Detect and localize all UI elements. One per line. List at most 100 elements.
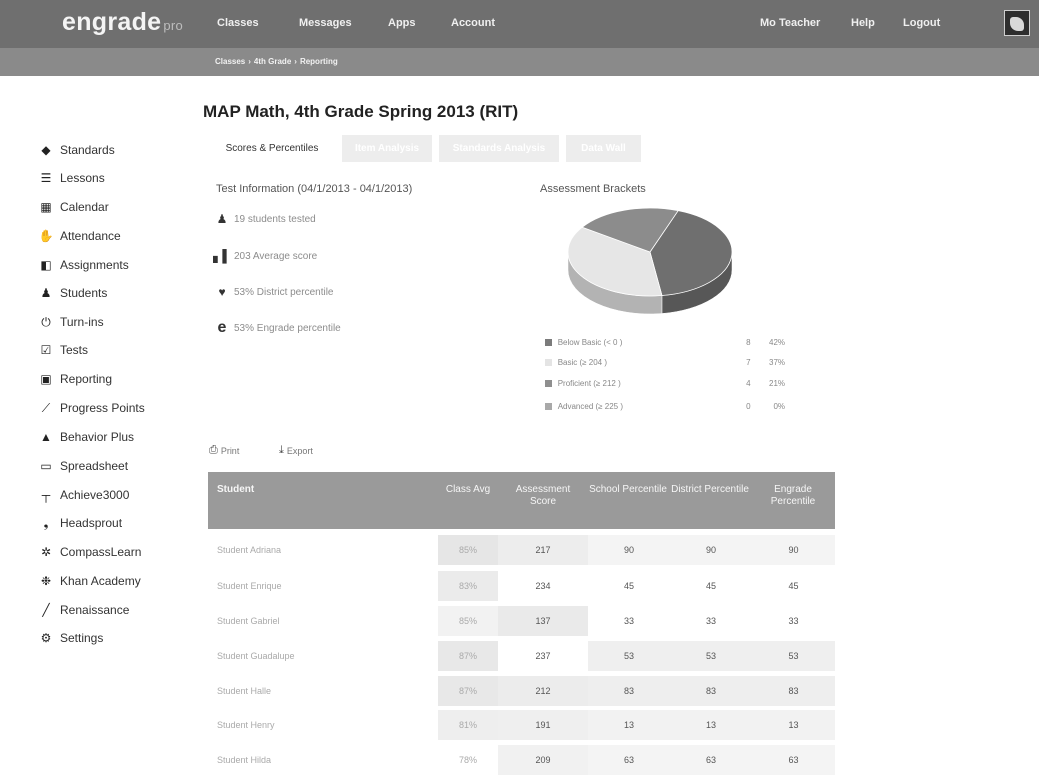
info-text: 19 students tested: [234, 213, 316, 225]
tab-data-wall[interactable]: Data Wall: [566, 135, 641, 162]
tab-standards-analysis[interactable]: Standards Analysis: [439, 135, 559, 162]
nav-logout[interactable]: Logout: [903, 17, 940, 29]
legend-row-basic: Basic (≥ 204 ) 7 37%: [545, 355, 785, 369]
legend-row-proficient: Proficient (≥ 212 ) 4 21%: [545, 376, 785, 390]
sidebar-item-lessons[interactable]: ☰ Lessons: [38, 168, 105, 188]
header-student[interactable]: Student: [217, 484, 417, 496]
engrade-logo[interactable]: engrade pro: [62, 8, 183, 37]
legend-percent: 0%: [773, 401, 786, 411]
cell-district-percentile: 13: [670, 710, 752, 740]
sidebar-item-headsprout[interactable]: ❟ Headsprout: [38, 513, 122, 533]
legend-label: Below Basic (< 0 ): [557, 337, 623, 347]
table-row[interactable]: Student Gabriel 85% 137 33 33 33: [208, 606, 835, 636]
info-text: 53% District percentile: [234, 286, 334, 298]
cell-assessment-score: 217: [498, 535, 588, 565]
sidebar-item-progress-points[interactable]: ⟋ Progress Points: [38, 398, 145, 418]
sidebar-item-settings[interactable]: ⚙ Settings: [38, 628, 104, 648]
breadcrumb-classes[interactable]: Classes: [215, 57, 245, 66]
sidebar-item-calendar[interactable]: ▦ Calendar: [38, 197, 108, 217]
tab-item-analysis[interactable]: Item Analysis: [342, 135, 432, 162]
page-title: MAP Math, 4th Grade Spring 2013 (RIT): [203, 102, 519, 121]
sidebar-item-assignments[interactable]: ◧ Assignments: [38, 255, 129, 275]
header-assessment-score[interactable]: Assessment Score: [503, 484, 583, 508]
cell-assessment-score: 234: [498, 571, 588, 601]
gear-icon: ⚙: [40, 631, 52, 645]
map-pin-icon: ♥: [218, 285, 226, 299]
printer-icon: ⎙: [209, 444, 218, 456]
table-row[interactable]: Student Adriana 85% 217 90 90 90: [208, 535, 835, 565]
avatar[interactable]: [1004, 10, 1030, 36]
cell-student[interactable]: Student Gabriel: [208, 606, 438, 636]
table-row[interactable]: Student Henry 81% 191 13 13 13: [208, 710, 835, 740]
sidebar-item-label: Turn-ins: [60, 315, 104, 329]
info-text: 203 Average score: [234, 250, 318, 262]
sidebar-item-label: Attendance: [60, 229, 121, 243]
breadcrumb-grade[interactable]: 4th Grade: [254, 57, 291, 66]
cell-student[interactable]: Student Guadalupe: [208, 641, 438, 671]
legend-percent: 21%: [769, 378, 786, 388]
cell-student[interactable]: Student Henry: [208, 710, 438, 740]
cell-assessment-score: 209: [498, 745, 588, 775]
sidebar-item-label: Reporting: [60, 372, 113, 386]
sidebar-item-students[interactable]: ♟ Students: [38, 283, 108, 303]
cell-school-percentile: 53: [588, 641, 670, 671]
sidebar-item-renaissance[interactable]: ╱ Renaissance: [38, 600, 129, 620]
sidebar-item-turn-ins[interactable]: ⏻ Turn-ins: [38, 312, 104, 332]
sidebar-item-label: Behavior Plus: [60, 430, 135, 444]
header-class-avg[interactable]: Class Avg: [438, 484, 498, 496]
print-button[interactable]: ⎙ Print: [209, 444, 239, 457]
table-row[interactable]: Student Guadalupe 87% 237 53 53 53: [208, 641, 835, 671]
spreadsheet-icon: ▭: [40, 459, 52, 473]
students-icon: ♟: [40, 286, 52, 300]
table-header: Student Class Avg Assessment Score Schoo…: [208, 472, 835, 529]
cell-student[interactable]: Student Halle: [208, 676, 438, 706]
table-row[interactable]: Student Halle 87% 212 83 83 83: [208, 676, 835, 706]
nav-classes[interactable]: Classes: [217, 17, 259, 29]
export-button[interactable]: ⤓ Export: [279, 444, 313, 457]
header-school-percentile[interactable]: School Percentile: [588, 484, 668, 496]
sidebar-item-behavior-plus[interactable]: ▲ Behavior Plus: [38, 427, 134, 447]
sidebar-item-reporting[interactable]: ▣ Reporting: [38, 369, 112, 389]
nav-account[interactable]: Account: [451, 17, 495, 29]
calendar-icon: ▦: [40, 200, 52, 214]
sidebar-item-standards[interactable]: ◆ Standards: [38, 140, 114, 160]
sidebar-item-tests[interactable]: ☑ Tests: [38, 340, 88, 360]
legend-percent: 42%: [769, 337, 786, 347]
warning-triangle-icon: ▲: [40, 430, 52, 444]
cell-student[interactable]: Student Enrique: [208, 571, 438, 601]
nav-apps[interactable]: Apps: [388, 17, 416, 29]
cell-district-percentile: 45: [705, 581, 716, 591]
nav-messages[interactable]: Messages: [299, 17, 352, 29]
cell-engrade-percentile: 63: [752, 745, 835, 775]
sidebar-item-label: Spreadsheet: [60, 459, 129, 473]
nav-help[interactable]: Help: [851, 17, 875, 29]
sidebar-item-label: Renaissance: [60, 603, 130, 617]
header-district-percentile[interactable]: District Percentile: [670, 484, 750, 496]
table-row[interactable]: Student Hilda 78% 209 63 63 63: [208, 745, 835, 775]
turnin-icon: ⏻: [41, 314, 51, 329]
tab-scores-percentiles[interactable]: Scores & Percentiles: [208, 135, 336, 162]
tag-icon: ◆: [41, 143, 51, 157]
breadcrumb: Classes › 4th Grade › Reporting: [215, 57, 338, 66]
cell-student[interactable]: Student Adriana: [208, 535, 438, 565]
sidebar-item-label: Students: [60, 286, 108, 300]
sidebar-item-attendance[interactable]: ✋ Attendance: [38, 226, 121, 246]
sidebar-item-achieve3000[interactable]: ┬ Achieve3000: [38, 485, 130, 505]
sidebar-item-label: Assignments: [60, 258, 129, 272]
cell-district-percentile: 53: [670, 641, 752, 671]
table-row[interactable]: Student Enrique 83% 234 45 45 45: [208, 571, 835, 601]
info-text: 53% Engrade percentile: [234, 322, 341, 334]
cell-class-avg: 87%: [438, 676, 498, 706]
sidebar-item-label: Progress Points: [60, 401, 145, 415]
sidebar-item-compasslearn[interactable]: ✲ CompassLearn: [38, 542, 141, 562]
sidebar-item-khan-academy[interactable]: ❉ Khan Academy: [38, 571, 141, 591]
info-students-tested: ♟ 19 students tested: [215, 211, 316, 227]
sidebar-item-spreadsheet[interactable]: ▭ Spreadsheet: [38, 456, 128, 476]
cell-student[interactable]: Student Hilda: [208, 745, 438, 775]
legend-count: 0: [746, 401, 751, 411]
avatar-image: [1010, 17, 1024, 31]
hand-icon: ✋: [38, 229, 54, 243]
nav-user[interactable]: Mo Teacher: [760, 17, 820, 29]
header-engrade-percentile[interactable]: Engrade Percentile: [751, 484, 835, 508]
sidebar-item-label: Khan Academy: [60, 574, 141, 588]
